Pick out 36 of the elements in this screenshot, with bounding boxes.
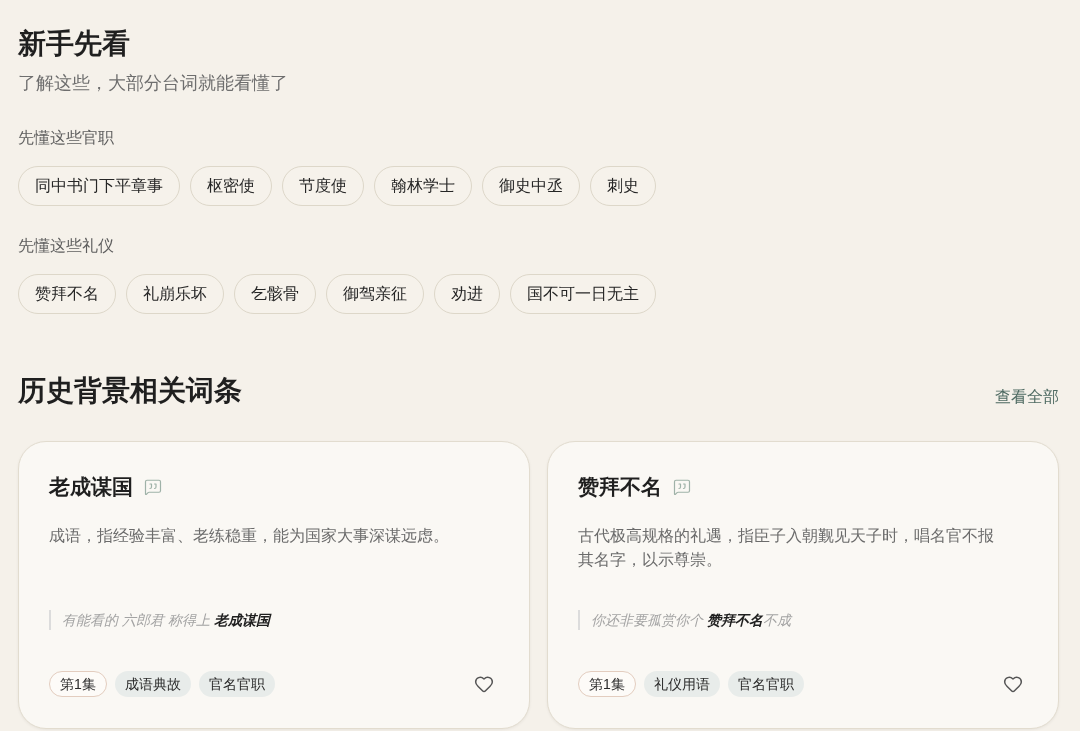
favorite-heart-icon[interactable]: [1003, 674, 1023, 694]
favorite-heart-icon[interactable]: [474, 674, 494, 694]
term-chip[interactable]: 同中书门下平章事: [18, 166, 180, 206]
term-chip[interactable]: 礼崩乐坏: [126, 274, 224, 314]
term-chip[interactable]: 乞骸骨: [234, 274, 316, 314]
section-title: 新手先看: [18, 27, 131, 61]
term-chip[interactable]: 节度使: [282, 166, 364, 206]
term-chip[interactable]: 翰林学士: [374, 166, 472, 206]
entry-card[interactable]: 老成谋国 成语，指经验丰富、老练稳重，能为国家大事深谋远虑。 有能看的 六郎君 称得上 老成谋国 第1集 成语典故 官名官职: [18, 441, 530, 729]
section-title: 历史背景相关词条: [18, 374, 242, 408]
category-tag: 官名官职: [198, 671, 275, 697]
section-subtitle: 了解这些，大部分台词就能看懂了: [18, 72, 289, 95]
episode-tag: 第1集: [49, 671, 107, 697]
category-tag: 成语典故: [114, 671, 191, 697]
quote-bubble-icon: [144, 478, 162, 496]
category-tag: 官名官职: [727, 671, 804, 697]
term-chip[interactable]: 劝进: [434, 274, 500, 314]
entry-description: 成语，指经验丰富、老练稳重，能为国家大事深谋远虑。: [49, 526, 450, 546]
term-chip[interactable]: 枢密使: [190, 166, 272, 206]
term-chip[interactable]: 国不可一日无主: [510, 274, 656, 314]
term-chip[interactable]: 赞拜不名: [18, 274, 116, 314]
term-chip[interactable]: 刺史: [590, 166, 656, 206]
category-tag: 礼仪用语: [643, 671, 720, 697]
entry-title: 赞拜不名: [578, 474, 662, 500]
term-chip[interactable]: 御驾亲征: [326, 274, 424, 314]
entry-title: 老成谋国: [49, 474, 133, 500]
episode-tag: 第1集: [578, 671, 636, 697]
view-all-link[interactable]: 查看全部: [995, 385, 1059, 409]
term-chip[interactable]: 御史中丞: [482, 166, 580, 206]
quote-bubble-icon: [673, 478, 691, 496]
entry-card[interactable]: 赞拜不名 古代极高规格的礼遇，指臣子入朝觐见天子时，唱名官不报其名字，以示尊崇。 你还非要孤赏你个 赞拜不名不成 第1集 礼仪用语 官名官职: [547, 441, 1059, 729]
dialogue-quote: 你还非要孤赏你个 赞拜不名不成: [578, 610, 791, 630]
entry-description: 古代极高规格的礼遇，指臣子入朝觐见天子时，唱名官不报其名字，以示尊崇。: [578, 526, 995, 570]
group-label: 先懂这些官职: [18, 128, 115, 148]
group-label: 先懂这些礼仪: [18, 236, 115, 256]
dialogue-quote: 有能看的 六郎君 称得上 老成谋国: [49, 610, 270, 630]
